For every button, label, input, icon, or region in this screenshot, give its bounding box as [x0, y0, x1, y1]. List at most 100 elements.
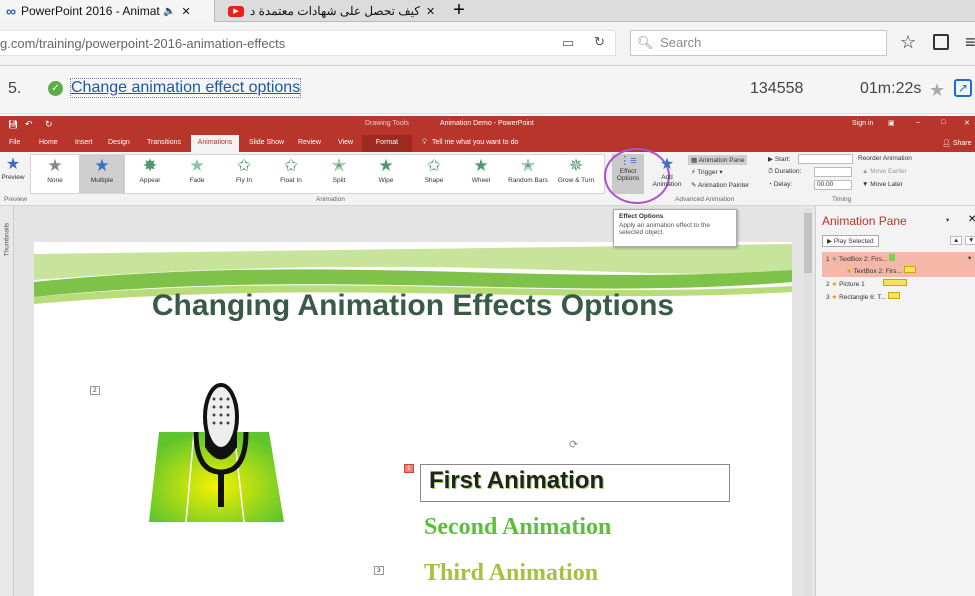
- tab-animations[interactable]: Animations: [191, 135, 239, 152]
- reorder-label: Reorder Animation: [858, 155, 912, 162]
- slide-title[interactable]: Changing Animation Effects Options: [34, 289, 792, 323]
- pane-item-1[interactable]: 1 ★ TextBox 2: Firs...: [826, 254, 896, 263]
- item-number: 3: [826, 294, 830, 301]
- anim-label: Random Bars: [508, 177, 548, 184]
- undo-icon[interactable]: ↶: [25, 119, 33, 130]
- pane-item-4[interactable]: 3 ★ Rectangle 6: T...: [826, 292, 900, 301]
- tab-slide-show[interactable]: Slide Show: [249, 139, 284, 146]
- anim-wheel[interactable]: ★ Wheel: [458, 155, 504, 193]
- minimize-icon[interactable]: –: [916, 119, 920, 126]
- shape-star-icon: ✩: [426, 156, 442, 175]
- menu-icon[interactable]: ≡: [965, 32, 975, 53]
- maximize-icon[interactable]: □: [941, 119, 945, 126]
- anim-float-in[interactable]: ✩ Float In: [268, 155, 314, 193]
- tab-youtube[interactable]: ▶ كيف تحصل على شهادات معتمدة د ✕: [222, 0, 440, 22]
- anim-label: Grow & Turn: [557, 177, 595, 184]
- tab-powerpoint[interactable]: ∞ PowerPoint 2016 - Animat 🔈 ✕: [0, 0, 215, 22]
- close-window-icon[interactable]: ✕: [964, 119, 970, 127]
- preview-button[interactable]: ★ Preview: [0, 154, 26, 181]
- rotate-handle-icon[interactable]: ⟳: [569, 438, 578, 451]
- tab-view[interactable]: View: [338, 139, 353, 146]
- anim-fade[interactable]: ★ Fade: [174, 155, 220, 193]
- duration-label: ⏱︎ Duration:: [768, 168, 802, 175]
- animation-tag-1: 1: [404, 464, 414, 473]
- vertical-scrollbar[interactable]: [804, 208, 812, 596]
- search-field[interactable]: 🔍︎ Search: [630, 30, 887, 56]
- ribbon-display-icon[interactable]: ▣: [888, 119, 895, 127]
- microphone-picture[interactable]: [134, 377, 299, 537]
- tab-transitions[interactable]: Transitions: [147, 139, 181, 146]
- save-icon[interactable]: 💾︎: [8, 120, 18, 129]
- share-button[interactable]: 👤︎ Share: [942, 139, 972, 147]
- lesson-title-link[interactable]: Change animation effect options: [69, 78, 302, 98]
- first-animation-textbox[interactable]: First Animation: [420, 464, 730, 502]
- pane-item-3[interactable]: 2 ★ Picture 1: [826, 279, 907, 288]
- third-animation-text[interactable]: Third Animation: [424, 560, 598, 587]
- advanced-group-label: Advanced Animation: [675, 196, 735, 203]
- pane-close-icon[interactable]: ✕: [968, 214, 975, 225]
- anim-fly-in[interactable]: ✩ Fly In: [221, 155, 267, 193]
- multiple-star-icon: ★: [94, 156, 110, 175]
- anim-appear[interactable]: ✸ Appear: [127, 155, 173, 193]
- tab-home[interactable]: Home: [39, 139, 58, 146]
- trigger-button[interactable]: ⚡︎ Trigger ▾: [691, 168, 723, 176]
- item-label: Picture 1: [839, 281, 865, 288]
- reload-icon[interactable]: ↻: [594, 34, 605, 50]
- tab-review[interactable]: Review: [298, 139, 321, 146]
- animation-pane-button[interactable]: ▦ Animation Pane: [688, 155, 748, 165]
- document-title: Animation Demo - PowerPoint: [440, 120, 534, 127]
- preview-star-icon: ★: [5, 156, 21, 173]
- anim-grow-turn[interactable]: ✵ Grow & Turn: [553, 155, 599, 193]
- pane-options-icon[interactable]: ▾: [946, 216, 949, 224]
- anim-label: Split: [332, 177, 346, 184]
- anim-wipe[interactable]: ★ Wipe: [363, 155, 409, 193]
- second-animation-text[interactable]: Second Animation: [424, 514, 611, 541]
- view-count: 134558: [750, 80, 804, 97]
- share-icon[interactable]: ↗: [954, 79, 972, 97]
- close-tab-icon[interactable]: ✕: [181, 5, 190, 18]
- favorite-star-icon[interactable]: ★: [929, 80, 945, 101]
- move-down-icon[interactable]: ▼: [965, 236, 975, 245]
- tab-file[interactable]: File: [9, 139, 20, 146]
- tab-format[interactable]: Format: [362, 135, 412, 152]
- tell-me-field[interactable]: Tell me what you want to do: [432, 139, 518, 146]
- animation-pane: Animation Pane ▾ ✕ ▶ Play Selected ▲ ▼ 1…: [815, 206, 975, 596]
- ribbon-tabs: File Home Insert Design Transitions Anim…: [0, 135, 975, 152]
- move-earlier-button[interactable]: ▲ Move Earlier: [862, 168, 907, 175]
- tab-design[interactable]: Design: [108, 139, 130, 146]
- sign-in-link[interactable]: Sign in: [852, 120, 873, 127]
- lesson-row: 5. ✓ Change animation effect options 134…: [0, 66, 975, 114]
- anim-label: None: [47, 177, 63, 184]
- anim-label: Wipe: [378, 177, 394, 184]
- url-field[interactable]: g.com/training/powerpoint-2016-animation…: [0, 30, 616, 56]
- anim-multiple[interactable]: ★ Multiple: [79, 155, 125, 193]
- anim-label: Appear: [139, 177, 161, 184]
- tab-insert[interactable]: Insert: [75, 139, 93, 146]
- start-dropdown[interactable]: [798, 154, 853, 164]
- reading-list-icon[interactable]: [933, 34, 949, 50]
- move-later-button[interactable]: ▼ Move Later: [862, 181, 903, 188]
- animation-painter-button[interactable]: ✎ Animation Painter: [691, 181, 749, 189]
- wheel-star-icon: ★: [473, 156, 489, 175]
- close-tab-icon[interactable]: ✕: [426, 5, 435, 18]
- item-label: TextBox 2: Firs...: [838, 256, 888, 263]
- duration-field[interactable]: [814, 167, 852, 177]
- pane-item-2[interactable]: ★ TextBox 2: Firs...: [846, 266, 916, 275]
- new-tab-button[interactable]: +: [446, 0, 472, 22]
- anim-none[interactable]: ★ None: [32, 155, 78, 193]
- play-selected-button[interactable]: ▶ Play Selected: [822, 235, 879, 247]
- move-up-icon[interactable]: ▲: [950, 236, 963, 245]
- delay-field[interactable]: 00.00: [814, 180, 852, 190]
- anim-shape[interactable]: ✩ Shape: [411, 155, 457, 193]
- anim-split[interactable]: ✭ Split: [316, 155, 362, 193]
- item-dropdown-icon[interactable]: ▾: [968, 254, 971, 262]
- anim-label: Fly In: [236, 177, 252, 184]
- redo-icon[interactable]: ↻: [45, 119, 53, 130]
- anim-random-bars[interactable]: ✭ Random Bars: [505, 155, 551, 193]
- scrollbar-thumb[interactable]: [804, 213, 812, 273]
- reader-view-icon[interactable]: ▭: [562, 35, 574, 51]
- add-animation-button[interactable]: ★ Add Animation: [650, 154, 684, 188]
- bookmark-star-icon[interactable]: ☆: [900, 32, 916, 53]
- anim-label: Fade: [189, 177, 205, 184]
- thumbnails-strip[interactable]: Thumbnails: [0, 206, 14, 596]
